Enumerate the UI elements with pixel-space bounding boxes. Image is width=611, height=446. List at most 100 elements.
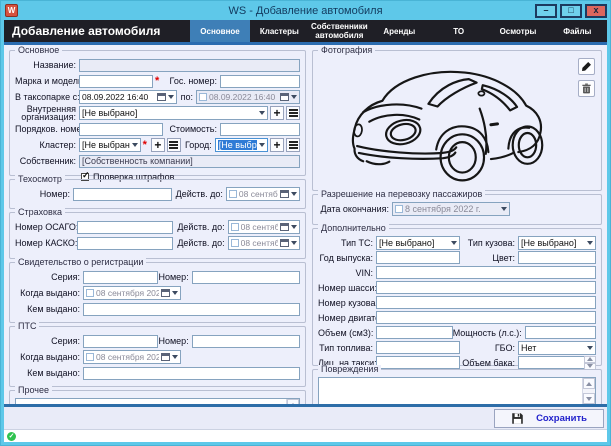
tab-klastery[interactable]: Кластеры bbox=[250, 20, 309, 42]
group-title: Фотография bbox=[318, 46, 375, 55]
taksopark-to-datepicker[interactable]: 08.09.2022 16:40 bbox=[196, 90, 300, 104]
gorod-select[interactable]: [Не выбрано] bbox=[215, 138, 268, 152]
vnutr-org-list-button[interactable] bbox=[286, 106, 300, 120]
right-column: Фотография bbox=[312, 50, 602, 404]
label-kem-vydano: Кем выдано: bbox=[15, 304, 83, 314]
calendar-button[interactable] bbox=[280, 223, 297, 231]
svid-nomer-input[interactable] bbox=[192, 271, 300, 284]
moshchnost-input[interactable] bbox=[525, 326, 596, 339]
calendar-button[interactable] bbox=[280, 93, 297, 101]
label-sobstvennik: Собственник: bbox=[15, 156, 79, 166]
calendar-button[interactable] bbox=[161, 353, 178, 361]
label-osago: Номер ОСАГО: bbox=[15, 222, 77, 232]
obem-baka-input[interactable] bbox=[518, 356, 584, 369]
textarea-body[interactable] bbox=[319, 378, 582, 404]
tab-sobstvenniki[interactable]: Собственники автомобиля bbox=[309, 20, 370, 42]
nomer-shassi-input[interactable] bbox=[376, 281, 596, 294]
tehosmotr-nomer-input[interactable] bbox=[73, 188, 172, 201]
vnutr-org-add-button[interactable]: + bbox=[270, 106, 284, 120]
textarea-body[interactable] bbox=[16, 399, 286, 404]
svid-datepicker[interactable]: 08 сентября 2022 bbox=[83, 286, 181, 300]
gbo-select[interactable]: Нет bbox=[518, 341, 596, 355]
tab-bar: Основное Кластеры Собственники автомобил… bbox=[190, 20, 607, 42]
povrezhdeniya-textarea[interactable] bbox=[318, 377, 596, 404]
tehosmotr-datepicker[interactable]: 08 сентября 2022 bbox=[226, 187, 300, 201]
nomer-dvigatelya-input[interactable] bbox=[376, 311, 596, 324]
tip-kuzova-select[interactable]: [Не выбрано] bbox=[518, 236, 596, 250]
pts-datepicker[interactable]: 08 сентября 2022 bbox=[83, 350, 181, 364]
taksopark-from-datepicker[interactable]: 08.09.2022 16:40 bbox=[79, 90, 177, 104]
svid-kem-input[interactable] bbox=[83, 303, 300, 316]
photo-actions bbox=[578, 58, 595, 97]
date-enable-checkbox[interactable] bbox=[231, 239, 239, 247]
tab-fayly[interactable]: Файлы bbox=[548, 20, 607, 42]
tab-arendy[interactable]: Аренды bbox=[370, 20, 429, 42]
pts-kem-input[interactable] bbox=[83, 367, 300, 380]
marka-input[interactable] bbox=[79, 75, 153, 88]
calendar-button[interactable] bbox=[161, 289, 178, 297]
delete-photo-button[interactable] bbox=[578, 80, 595, 97]
gos-nomer-input[interactable] bbox=[220, 75, 300, 88]
edit-photo-button[interactable] bbox=[578, 58, 595, 75]
calendar-button[interactable] bbox=[157, 93, 174, 101]
label-nomer-shassi: Номер шасси: bbox=[318, 283, 376, 293]
svid-seriya-input[interactable] bbox=[83, 271, 158, 284]
tab-osnovnoe[interactable]: Основное bbox=[190, 20, 249, 42]
scrollbar[interactable] bbox=[286, 399, 299, 404]
date-enable-checkbox[interactable] bbox=[229, 190, 237, 198]
scroll-up-button[interactable] bbox=[287, 399, 299, 404]
obem-baka-stepper[interactable] bbox=[518, 356, 596, 370]
tsvet-input[interactable] bbox=[518, 251, 596, 264]
date-enable-checkbox[interactable] bbox=[395, 205, 403, 213]
klaster-add-button[interactable]: + bbox=[151, 138, 165, 152]
gorod-list-button[interactable] bbox=[286, 138, 300, 152]
tab-to[interactable]: ТО bbox=[429, 20, 488, 42]
lits-taksi-input[interactable] bbox=[376, 356, 460, 369]
poryadkov-input[interactable] bbox=[79, 123, 163, 136]
group-pts: ПТС Серия: Номер: Когда выдано: 08 сентя… bbox=[9, 326, 306, 387]
prochee-textarea[interactable] bbox=[15, 398, 300, 404]
kasko-datepicker[interactable]: 08 сентября 2022 bbox=[228, 236, 300, 250]
obem-input[interactable] bbox=[376, 326, 453, 339]
step-up-button[interactable] bbox=[584, 356, 596, 363]
label-gorod: Город: bbox=[185, 140, 215, 150]
pts-seriya-input[interactable] bbox=[83, 335, 158, 348]
kasko-input[interactable] bbox=[77, 237, 173, 250]
chevron-down-icon bbox=[291, 241, 297, 245]
page-title: Добавление автомобиля bbox=[4, 24, 160, 38]
vin-input[interactable] bbox=[376, 266, 596, 279]
klaster-list-button[interactable] bbox=[167, 138, 181, 152]
group-title: Свидетельство о регистрации bbox=[15, 258, 146, 267]
god-vypuska-input[interactable] bbox=[376, 251, 460, 264]
calendar-button[interactable] bbox=[280, 190, 297, 198]
osago-datepicker[interactable]: 08 сентября 2022 bbox=[228, 220, 300, 234]
date-enable-checkbox[interactable] bbox=[231, 223, 239, 231]
nomer-kuzova-input[interactable] bbox=[376, 296, 596, 309]
minimize-button[interactable]: – bbox=[535, 4, 557, 18]
scrollbar[interactable] bbox=[582, 378, 595, 404]
vnutr-org-select[interactable]: [Не выбрано] bbox=[79, 106, 268, 120]
close-button[interactable]: x bbox=[585, 4, 607, 18]
klaster-select[interactable]: [Не выбрано] bbox=[79, 138, 141, 152]
osago-input[interactable] bbox=[77, 221, 173, 234]
date-enable-checkbox[interactable] bbox=[199, 93, 207, 101]
save-button[interactable]: Сохранить bbox=[494, 409, 604, 428]
gorod-add-button[interactable]: + bbox=[270, 138, 284, 152]
tab-osmotry[interactable]: Осмотры bbox=[488, 20, 547, 42]
label-tip-kuzova: Тип кузова: bbox=[460, 238, 518, 248]
arrow-up-icon bbox=[587, 357, 593, 361]
scroll-up-button[interactable] bbox=[583, 378, 595, 389]
group-tehosmotr: Техосмотр Номер: Действ. до: 08 сентября… bbox=[9, 179, 306, 209]
stoimost-input[interactable] bbox=[220, 123, 300, 136]
chevron-down-icon bbox=[291, 192, 297, 196]
date-enable-checkbox[interactable] bbox=[86, 353, 94, 361]
tip-topliva-input[interactable] bbox=[376, 341, 460, 354]
razreshenie-datepicker[interactable]: 8 сентября 2022 г. bbox=[392, 202, 510, 216]
calendar-button[interactable] bbox=[280, 239, 297, 247]
group-fotografiya: Фотография bbox=[312, 50, 602, 191]
tip-ts-select[interactable]: [Не выбрано] bbox=[376, 236, 460, 250]
pts-nomer-input[interactable] bbox=[192, 335, 300, 348]
date-enable-checkbox[interactable] bbox=[86, 289, 94, 297]
scroll-down-button[interactable] bbox=[583, 393, 595, 404]
maximize-button[interactable]: □ bbox=[560, 4, 582, 18]
